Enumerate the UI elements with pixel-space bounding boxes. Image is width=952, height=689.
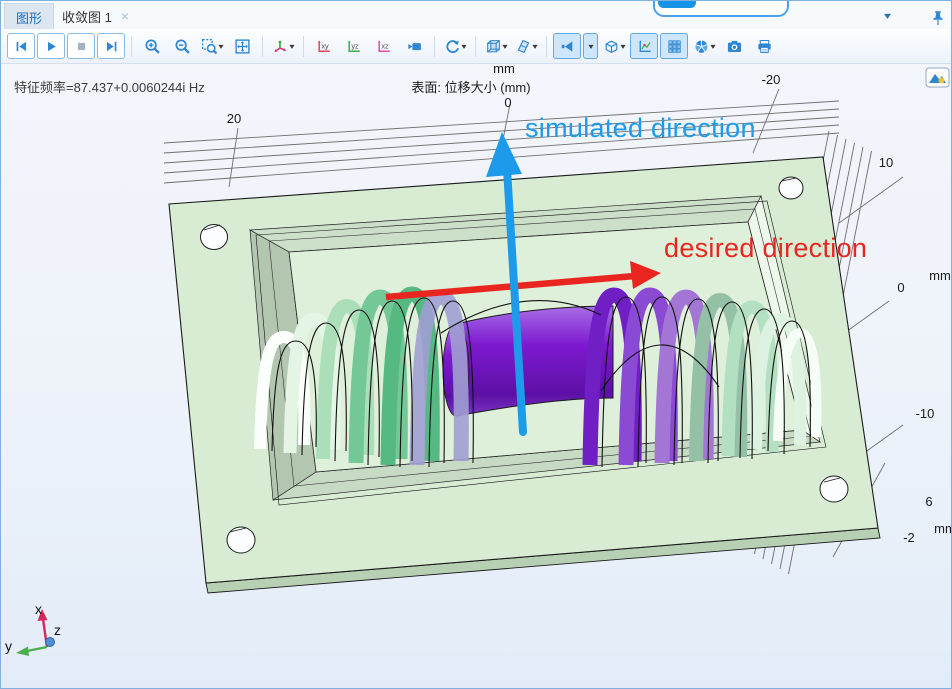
media-step-back-button[interactable] [7,33,35,59]
z-axis-tick-label: 6 [925,494,932,509]
view-xz-icon: xz [376,38,393,55]
media-play-button[interactable] [37,33,65,59]
zoom-in-icon [144,38,161,55]
svg-text:xy: xy [321,41,329,50]
show-axes-button[interactable] [630,33,658,59]
eigenfrequency-readout: 特征频率=87.437+0.0060244i Hz [14,77,205,96]
toolbar-separator [475,36,476,57]
svg-text:yz: yz [351,41,359,50]
step-back-icon [13,38,30,55]
wire-cube-icon [485,38,502,55]
tab-bar: 图形 收敛图 1 × [1,1,951,30]
chevron-down-icon[interactable]: ▾ [461,42,466,51]
zoom-extents-icon [234,38,251,55]
pin-icon[interactable] [931,10,945,31]
x-axis-tick-label: -20 [762,72,781,87]
triad-z-label: z [54,622,61,638]
svg-text:xz: xz [381,41,389,50]
graphics-toolbar: ▾ ▾ xy yz xz ▾ ▾ ▾ ▾ ▾ ▾ [1,29,951,64]
x-axis-tick-label: 20 [227,111,241,126]
chevron-down-icon[interactable]: ▾ [502,42,507,51]
step-forward-icon [103,38,120,55]
toolbar-separator [303,36,304,57]
view-yz-icon: yz [346,38,363,55]
chevron-down-icon: ▾ [588,42,593,51]
floating-toggle-fill [658,0,696,8]
toolbar-separator [131,36,132,57]
rotate-icon [444,38,461,55]
update-plot-button[interactable]: ▾ [690,33,718,59]
tab-graphics[interactable]: 图形 [4,3,54,30]
clip-plane-icon [515,38,532,55]
chevron-down-icon[interactable]: ▾ [620,42,625,51]
tab-graphics-label: 图形 [16,8,42,27]
triad-x-label: x [35,601,42,617]
environment-cube-button[interactable]: ▾ [600,33,628,59]
floating-toggle[interactable] [653,0,789,17]
zoom-box-button[interactable]: ▾ [198,33,226,59]
graphics-window: 图形 收敛图 1 × ▾ ▾▾xyyzxz▾▾▾▾▾▾ [0,0,952,689]
zoom-in-button[interactable] [138,33,166,59]
zoom-out-button[interactable] [168,33,196,59]
view-xy-icon: xy [316,38,333,55]
y-axis-tick-label: -10 [916,406,935,421]
axis-plot-icon [636,38,653,55]
axes-3d-icon [272,38,289,55]
close-icon[interactable]: × [121,9,129,23]
clip-plane-button[interactable]: ▾ [512,33,540,59]
direction-arrow-icon [559,38,576,55]
x-axis-tick-label: 0 [504,95,511,110]
grid-icon [666,38,683,55]
zoom-box-icon [201,38,218,55]
tab-convergence-label: 收敛图 1 [62,7,112,26]
plot-image-icon[interactable] [925,67,950,88]
view-yz-button[interactable]: yz [340,33,368,59]
desired-direction-label: desired direction [664,233,867,264]
show-grid-button[interactable] [660,33,688,59]
default-view-button[interactable] [400,33,428,59]
graphics-area[interactable] [1,63,951,688]
zoom-out-icon [174,38,191,55]
y-axis-tick-label: 0 [897,280,904,295]
plot-direction-button-dropdown[interactable]: ▾ [583,33,598,59]
graphics-canvas[interactable] [1,63,952,689]
chevron-down-icon[interactable]: ▾ [884,11,891,22]
chevron-down-icon[interactable]: ▾ [289,42,294,51]
view-xy-button[interactable]: xy [310,33,338,59]
cube-icon [603,38,620,55]
triad-y-label: y [5,638,12,654]
y-axis-tick-label: 10 [879,155,893,170]
rotate-view-button[interactable]: ▾ [441,33,469,59]
media-step-forward-button[interactable] [97,33,125,59]
view-xz-button[interactable]: xz [370,33,398,59]
camera-icon [726,38,743,55]
media-stop-button[interactable] [67,33,95,59]
toolbar-separator [262,36,263,57]
z-axis-tick-label: -2 [903,530,915,545]
simulated-direction-label: simulated direction [525,113,756,144]
stop-icon [73,38,90,55]
chevron-down-icon[interactable]: ▾ [710,42,715,51]
chevron-down-icon[interactable]: ▾ [218,42,223,51]
camera-view-icon [406,38,423,55]
tab-convergence-plot[interactable]: 收敛图 1 × [51,3,140,29]
play-icon [43,38,60,55]
surface-legend-label: 表面: 位移大小 (mm) [411,77,530,96]
print-button[interactable] [750,33,778,59]
snapshot-button[interactable] [720,33,748,59]
zoom-extents-button[interactable] [228,33,256,59]
y-axis-unit-label: mm [929,268,951,283]
plot-direction-button[interactable] [553,33,581,59]
chevron-down-icon[interactable]: ▾ [532,42,537,51]
toolbar-separator [434,36,435,57]
go-to-view-button[interactable]: ▾ [269,33,297,59]
toolbar-separator [546,36,547,57]
scene-light-button[interactable]: ▾ [482,33,510,59]
z-axis-unit-label: mm [934,521,952,536]
shutter-icon [693,38,710,55]
printer-icon [756,38,773,55]
